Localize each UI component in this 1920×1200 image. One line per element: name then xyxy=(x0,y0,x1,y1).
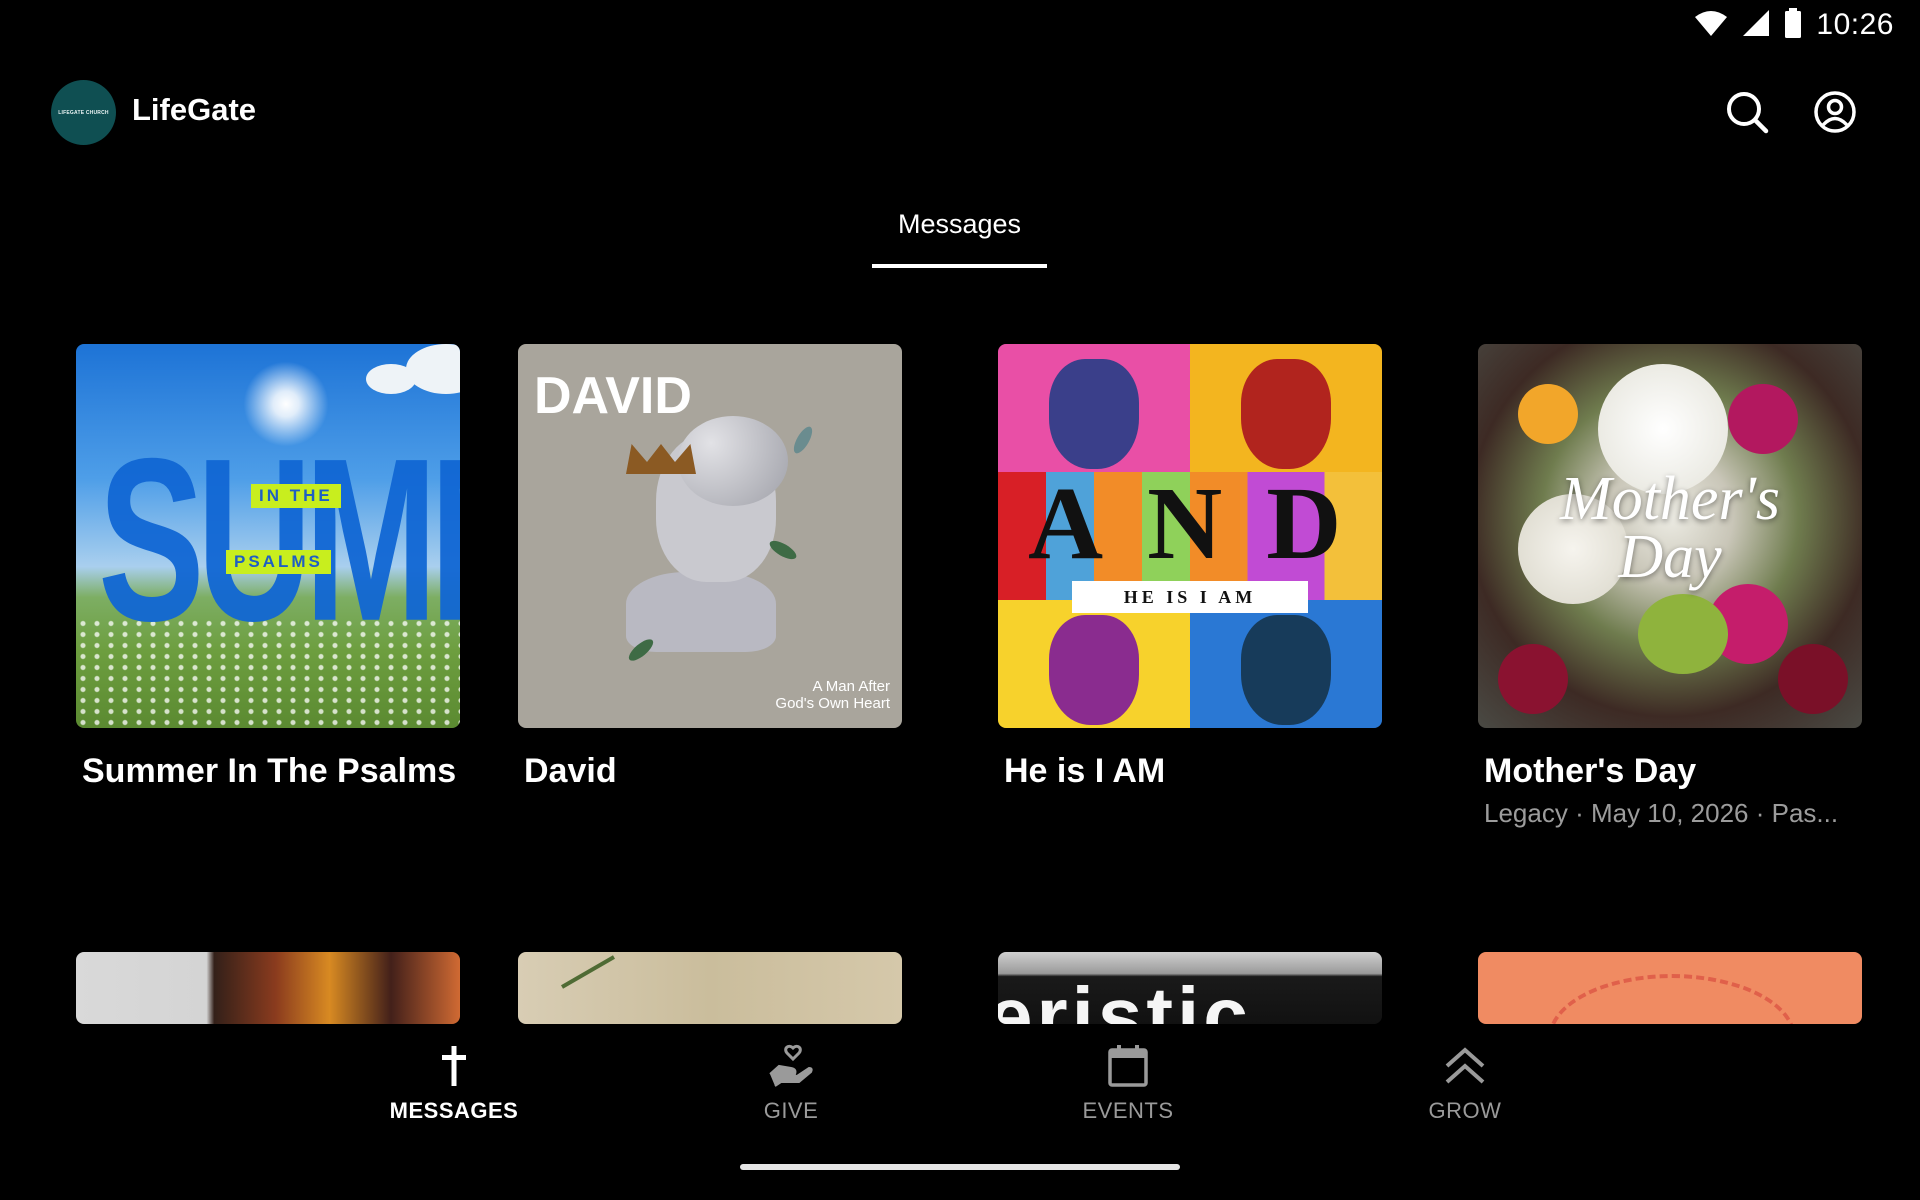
pop-art-pane xyxy=(998,344,1190,472)
cross-icon xyxy=(430,1042,478,1090)
calendar-icon xyxy=(1104,1042,1152,1090)
series-card-david[interactable]: DAVID A Man After God's Own Heart David xyxy=(518,344,902,792)
nav-label: GIVE xyxy=(763,1098,819,1123)
bottom-navigation: MESSAGES GIVE EVENTS GROW xyxy=(0,1030,1920,1150)
series-artwork: SUMMER IN THE PSALMS xyxy=(76,344,460,728)
artwork-tag: IN THE xyxy=(251,484,341,508)
tab-bar: Messages xyxy=(0,200,1920,270)
flower-graphic xyxy=(1638,594,1728,674)
pop-art-pane xyxy=(1190,344,1382,472)
hand-heart-icon xyxy=(767,1042,815,1090)
leaf-graphic xyxy=(767,537,799,563)
tab-selected-indicator xyxy=(872,264,1047,268)
series-artwork: Mother's Day xyxy=(1478,344,1862,728)
nav-give[interactable]: GIVE xyxy=(691,1042,891,1142)
flower-graphic xyxy=(1778,644,1848,714)
pop-art-pane xyxy=(998,600,1190,728)
series-artwork xyxy=(1478,952,1862,1024)
series-title: He is I AM xyxy=(1004,752,1166,790)
double-chevron-up-icon xyxy=(1441,1042,1489,1090)
series-title: Mother's Day xyxy=(1484,752,1697,790)
series-artwork: DAVID A Man After God's Own Heart xyxy=(518,344,902,728)
tab-label: Messages xyxy=(897,209,1022,239)
series-grid: SUMMER IN THE PSALMS Summer In The Psalm… xyxy=(0,344,1920,1024)
nav-label: EVENTS xyxy=(1082,1098,1174,1123)
series-title: Summer In The Psalms xyxy=(82,752,457,790)
clock: 10:26 xyxy=(1816,8,1894,41)
app-title: LifeGate xyxy=(132,92,257,127)
tab-messages[interactable]: Messages xyxy=(872,200,1047,268)
series-title: David xyxy=(524,752,617,790)
artwork-headline-line: Day xyxy=(1618,523,1722,591)
artwork-headline: DAVID xyxy=(534,367,692,425)
search-icon xyxy=(1725,90,1769,139)
nav-events[interactable]: EVENTS xyxy=(1028,1042,1228,1142)
artwork-headline: SUMMER xyxy=(98,409,460,670)
account-icon xyxy=(1813,90,1857,139)
artwork-headline: eristic xyxy=(998,971,1252,1025)
logo-text: LIFEGATE CHURCH xyxy=(58,109,109,116)
series-artwork: eristic xyxy=(998,952,1382,1024)
wifi-icon xyxy=(1694,9,1728,42)
church-logo[interactable]: LIFEGATE CHURCH xyxy=(51,80,116,145)
account-button[interactable] xyxy=(1807,86,1863,142)
series-artwork xyxy=(76,952,460,1024)
artwork-banner: HE IS I AM xyxy=(1072,581,1308,613)
series-card[interactable] xyxy=(518,952,902,1024)
artwork-tagline: A Man After God's Own Heart xyxy=(775,678,890,712)
search-button[interactable] xyxy=(1719,86,1775,142)
battery-icon xyxy=(1784,7,1802,43)
cloud-graphic xyxy=(366,364,416,394)
artwork-headline: AND xyxy=(1028,466,1382,581)
pop-art-pane xyxy=(1190,600,1382,728)
series-card-mothers-day[interactable]: Mother's Day Mother's Day Legacy · May 1… xyxy=(1478,344,1862,829)
series-card-he-is-i-am[interactable]: AND HE IS I AM He is I AM xyxy=(998,344,1382,792)
series-card-summer-in-the-psalms[interactable]: SUMMER IN THE PSALMS Summer In The Psalm… xyxy=(76,344,460,792)
series-artwork: AND HE IS I AM xyxy=(998,344,1382,728)
nav-label: MESSAGES xyxy=(389,1098,519,1123)
statue-graphic xyxy=(678,416,788,506)
series-card[interactable]: eristic xyxy=(998,952,1382,1024)
nav-grow[interactable]: GROW xyxy=(1365,1042,1565,1142)
leaf-graphic xyxy=(790,424,816,456)
artwork-tagline-line: A Man After xyxy=(812,678,890,695)
series-card[interactable] xyxy=(76,952,460,1024)
nav-label: GROW xyxy=(1428,1098,1502,1123)
artwork-headline-line: Mother's xyxy=(1560,465,1780,533)
flower-graphic xyxy=(1498,644,1568,714)
series-artwork xyxy=(518,952,902,1024)
artwork-tagline-line: God's Own Heart xyxy=(775,695,890,712)
nav-messages[interactable]: MESSAGES xyxy=(354,1042,554,1142)
flower-graphic xyxy=(1518,384,1578,444)
artwork-headline: Mother's Day xyxy=(1478,465,1862,591)
series-card[interactable] xyxy=(1478,952,1862,1024)
cell-signal-icon xyxy=(1742,9,1770,42)
status-icons: 10:26 xyxy=(1694,7,1894,43)
status-bar: 10:26 xyxy=(0,0,1920,52)
artwork-tag: PSALMS xyxy=(226,550,331,574)
app-bar: LIFEGATE CHURCH LifeGate xyxy=(0,72,1920,152)
flower-graphic xyxy=(1728,384,1798,454)
cloud-graphic xyxy=(406,344,460,394)
series-subtitle: Legacy · May 10, 2026 · Pas... xyxy=(1484,798,1839,828)
home-indicator[interactable] xyxy=(740,1164,1180,1170)
